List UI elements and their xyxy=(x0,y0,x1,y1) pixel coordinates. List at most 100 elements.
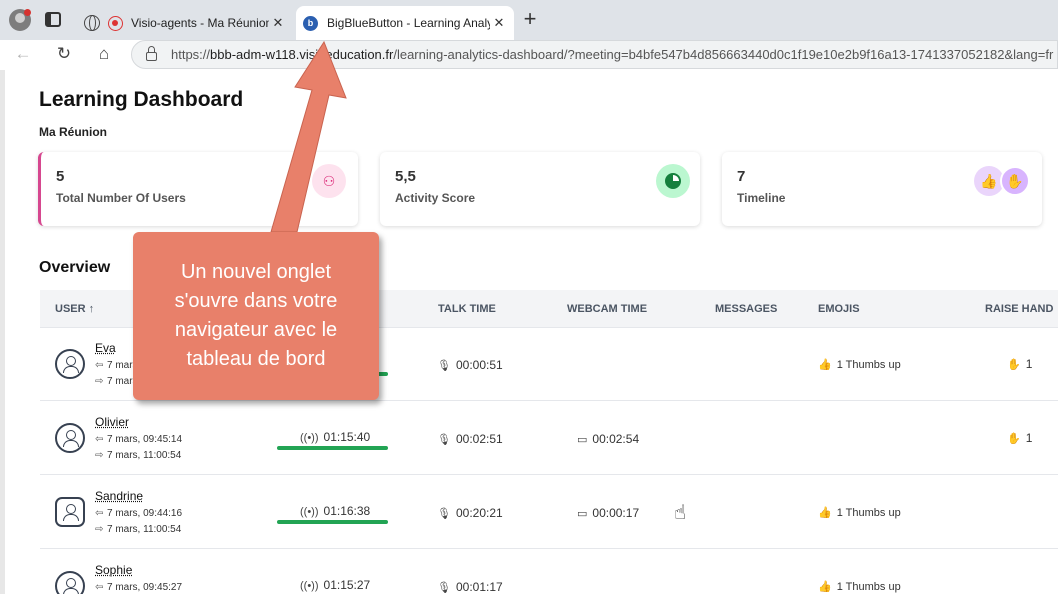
tab-title: BigBlueButton - Learning Analytic xyxy=(327,16,490,30)
column-user[interactable]: USER ↑ xyxy=(55,303,94,315)
card-timeline: 7 Timeline 👍 ✋ xyxy=(722,152,1042,226)
user-joined: ⇦ 7 mars, 09:44:16 xyxy=(95,508,183,519)
card-value: 7 xyxy=(737,168,746,185)
card-activity-score: 5,5 Activity Score xyxy=(380,152,700,226)
user-name[interactable]: Sandrine xyxy=(95,489,143,503)
broadcast-icon: ((•)) xyxy=(300,506,319,518)
login-icon: ⇦ xyxy=(95,582,104,593)
broadcast-icon: ((•)) xyxy=(300,580,319,592)
raise-hand-count: ✋ 1 xyxy=(1007,431,1033,445)
online-time: ((•)) 01:16:38 xyxy=(300,504,371,518)
hand-icon: ✋ xyxy=(1007,359,1021,371)
column-emojis[interactable]: EMOJIS xyxy=(818,303,860,315)
address-bar[interactable]: https://bbb-adm-w118.visioeducation.fr/l… xyxy=(131,40,1058,69)
user-avatar-icon xyxy=(55,571,85,594)
record-icon xyxy=(108,15,123,31)
user-avatar-icon xyxy=(55,349,85,379)
raise-hand-count: ✋ 1 xyxy=(1007,357,1033,371)
webcam-time: ▭ 00:00:17 xyxy=(577,506,640,520)
pie-chart-icon xyxy=(656,164,690,198)
bbb-icon: b xyxy=(303,15,318,31)
login-icon: ⇦ xyxy=(95,434,104,445)
url-path: /learning-analytics-dashboard/?meeting=b… xyxy=(393,47,1054,62)
login-icon: ⇦ xyxy=(95,360,104,371)
page-title: Learning Dashboard xyxy=(39,88,244,111)
thumbs-up-icon: 👍 xyxy=(818,359,832,371)
overview-title: Overview xyxy=(39,259,111,276)
talk-time: 🎙 00:00:51 xyxy=(437,358,503,372)
meeting-name: Ma Réunion xyxy=(39,125,107,139)
tab-bar: Visio-agents - Ma Réunion - ✕ b BigBlueB… xyxy=(0,0,1058,40)
new-tab-plus-icon[interactable]: + xyxy=(520,8,540,31)
column-messages[interactable]: MESSAGES xyxy=(715,303,777,315)
column-talk-time[interactable]: TALK TIME xyxy=(438,303,496,315)
user-left: ⇨ 7 mars xyxy=(95,376,138,387)
hand-icon: ✋ xyxy=(1000,166,1030,196)
table-row: Sophie ⇦ 7 mars, 09:45:27 ((•)) 01:15:27 🎙… xyxy=(40,550,1058,594)
notification-dot-icon xyxy=(24,9,31,16)
login-icon: ⇦ xyxy=(95,508,104,519)
tab-visio-agents[interactable]: Visio-agents - Ma Réunion - ✕ xyxy=(78,6,293,40)
user-left: ⇨ 7 mars, 11:00:54 xyxy=(95,450,182,461)
column-webcam-time[interactable]: WEBCAM TIME xyxy=(567,303,647,315)
card-value: 5 xyxy=(56,168,65,185)
card-label: Timeline xyxy=(737,191,786,205)
page-left-edge xyxy=(0,70,5,594)
emoji-summary: 👍 1 Thumbs up xyxy=(818,507,901,519)
lock-icon xyxy=(146,46,157,61)
back-arrow-icon[interactable]: ← xyxy=(13,44,33,64)
user-avatar-icon xyxy=(55,423,85,453)
close-icon[interactable]: ✕ xyxy=(490,15,508,31)
talk-time: 🎙 00:02:51 xyxy=(437,432,503,446)
logout-icon: ⇨ xyxy=(95,376,104,387)
url-prefix: https:// xyxy=(171,47,211,62)
card-value: 5,5 xyxy=(395,168,416,185)
url-host: bbb-adm-w118.visioeducation.fr xyxy=(210,47,394,62)
microphone-icon: 🎙 xyxy=(437,360,451,372)
annotation-callout: Un nouvel onglet s'ouvre dans votre navi… xyxy=(133,232,379,400)
card-label: Activity Score xyxy=(395,191,476,205)
user-joined: ⇦ 7 mars, 09:45:27 xyxy=(95,582,183,593)
video-camera-icon: ▭ xyxy=(577,434,588,446)
online-time-bar xyxy=(277,446,388,450)
tab-actions-icon[interactable] xyxy=(45,12,61,27)
user-name[interactable]: Sophie xyxy=(95,563,132,577)
card-total-users: 5 Total Number Of Users ⚇ xyxy=(38,152,358,226)
home-icon[interactable]: ⌂ xyxy=(94,44,114,64)
broadcast-icon: ((•)) xyxy=(300,432,319,444)
thumbs-up-icon: 👍 xyxy=(818,507,832,519)
user-joined: ⇦ 7 mars, 09:45:14 xyxy=(95,434,183,445)
microphone-icon: 🎙 xyxy=(437,582,451,594)
thumbs-up-icon: 👍 xyxy=(818,581,832,593)
talk-time: 🎙 00:01:17 xyxy=(437,580,503,594)
hand-icon: ✋ xyxy=(1007,433,1021,445)
reload-icon[interactable]: ↻ xyxy=(54,44,74,64)
globe-icon xyxy=(84,15,100,31)
online-time: ((•)) 01:15:27 xyxy=(300,578,371,592)
microphone-icon: 🎙 xyxy=(437,508,451,520)
tab-bigbluebutton[interactable]: b BigBlueButton - Learning Analytic ✕ xyxy=(296,6,514,40)
webcam-time: ▭ 00:02:54 xyxy=(577,432,640,446)
table-row: Olivier ⇦ 7 mars, 09:45:14 ⇨ 7 mars, 11:00… xyxy=(40,402,1058,475)
column-raise-hand[interactable]: RAISE HAND xyxy=(985,303,1053,315)
user-name[interactable]: Eva xyxy=(95,341,116,355)
video-camera-icon: ▭ xyxy=(577,508,588,520)
logout-icon: ⇨ xyxy=(95,450,104,461)
user-joined: ⇦ 7 mars xyxy=(95,360,138,371)
user-left: ⇨ 7 mars, 11:00:54 xyxy=(95,524,182,535)
close-icon[interactable]: ✕ xyxy=(269,15,287,31)
online-time-bar xyxy=(277,520,388,524)
card-label: Total Number Of Users xyxy=(56,191,186,205)
talk-time: 🎙 00:20:21 xyxy=(437,506,503,520)
emoji-summary: 👍 1 Thumbs up xyxy=(818,581,901,593)
tab-title: Visio-agents - Ma Réunion - xyxy=(131,16,269,30)
user-name[interactable]: Olivier xyxy=(95,415,129,429)
emoji-summary: 👍 1 Thumbs up xyxy=(818,359,901,371)
microphone-icon: 🎙 xyxy=(437,434,451,446)
online-time: ((•)) 01:15:40 xyxy=(300,430,371,444)
table-row: Sandrine ⇦ 7 mars, 09:44:16 ⇨ 7 mars, 11:0… xyxy=(40,476,1058,549)
users-icon: ⚇ xyxy=(312,164,346,198)
user-avatar-icon xyxy=(55,497,85,527)
hand-cursor-icon: ☝ xyxy=(674,502,687,524)
logout-icon: ⇨ xyxy=(95,524,104,535)
